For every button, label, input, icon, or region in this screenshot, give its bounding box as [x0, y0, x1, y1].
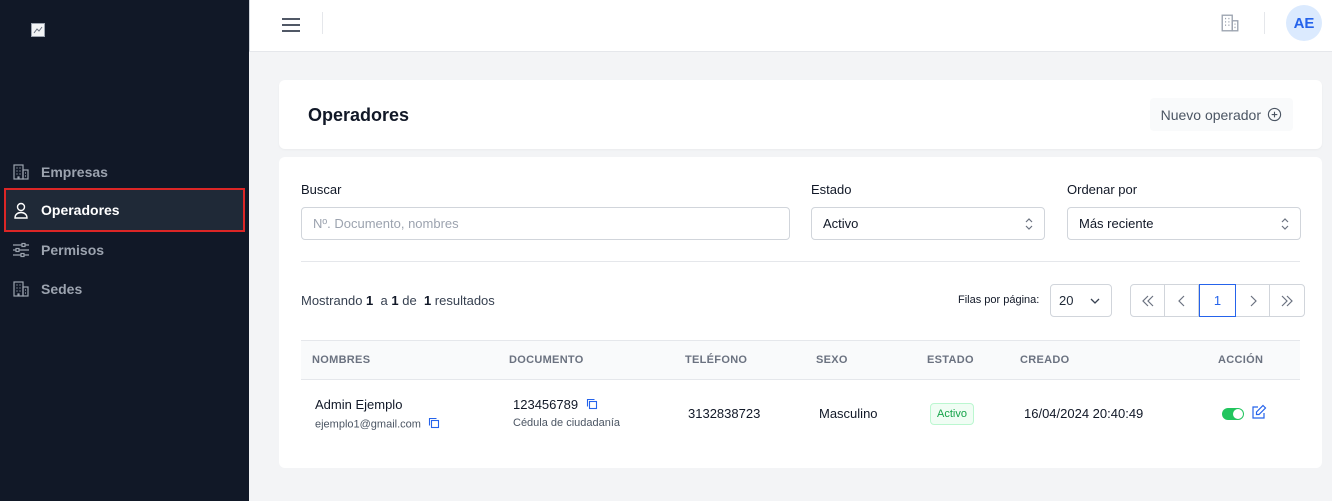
- plus-circle-icon: [1267, 107, 1282, 122]
- phone: 3132838723: [688, 406, 761, 421]
- building-icon: [11, 279, 31, 299]
- sidebar-item-sedes[interactable]: Sedes: [6, 269, 243, 309]
- sidebar-item-empresas[interactable]: Empresas: [6, 152, 243, 192]
- copy-icon[interactable]: [428, 417, 440, 432]
- results-summary: Mostrando 1 a 1 de 1 resultados: [301, 293, 495, 308]
- results-from: 1: [366, 293, 374, 308]
- chevrons-left-icon: [1141, 295, 1153, 306]
- current-page-button[interactable]: 1: [1199, 284, 1236, 317]
- column-header: CREADO: [1020, 354, 1070, 366]
- broken-logo-icon: [31, 23, 45, 37]
- results-prefix: Mostrando: [301, 293, 363, 308]
- search-label: Buscar: [301, 182, 342, 197]
- divider: [301, 261, 1300, 262]
- menu-icon[interactable]: [280, 14, 302, 36]
- first-page-button[interactable]: [1131, 285, 1165, 316]
- chevron-up-down-icon: [1281, 217, 1289, 230]
- column-header: TELÉFONO: [685, 354, 748, 366]
- sidebar-item-label: Sedes: [41, 281, 83, 297]
- building-icon[interactable]: [1220, 13, 1240, 33]
- rows-per-page-select[interactable]: 20: [1050, 284, 1112, 317]
- chevron-down-icon: [1090, 298, 1100, 304]
- chevron-left-icon: [1177, 295, 1184, 306]
- new-operator-label: Nuevo operador: [1160, 106, 1261, 123]
- rows-per-page-value: 20: [1059, 293, 1074, 308]
- results-of-word: de: [402, 293, 417, 308]
- document-type: Cédula de ciudadanía: [513, 417, 621, 429]
- sidebar-item-label: Operadores: [41, 202, 120, 218]
- rows-per-page-label: Filas por página:: [958, 294, 1040, 306]
- column-header: DOCUMENTO: [509, 354, 584, 366]
- sliders-icon: [11, 240, 31, 260]
- created-date: 16/04/2024 20:40:49: [1024, 406, 1144, 421]
- new-operator-button[interactable]: Nuevo operador: [1149, 98, 1293, 131]
- sidebar-item-operadores[interactable]: Operadores: [4, 188, 245, 232]
- avatar[interactable]: AE: [1286, 5, 1322, 41]
- chevron-up-down-icon: [1025, 217, 1033, 230]
- last-page-button[interactable]: [1270, 285, 1304, 316]
- column-header: NOMBRES: [312, 354, 371, 366]
- sidebar-item-label: Permisos: [41, 242, 105, 258]
- table-header: NOMBRES DOCUMENTO TELÉFONO SEXO ESTADO C…: [301, 340, 1300, 380]
- sex: Masculino: [819, 406, 878, 421]
- operator-email-cell: ejemplo1@gmail.com: [315, 417, 440, 432]
- edit-icon[interactable]: [1251, 404, 1267, 420]
- document-cell: 123456789: [513, 397, 598, 413]
- copy-icon[interactable]: [586, 398, 598, 413]
- prev-page-button[interactable]: [1165, 285, 1199, 316]
- sidebar-item-label: Empresas: [41, 164, 108, 180]
- search-input[interactable]: Nº. Documento, nombres: [301, 207, 790, 240]
- status-select-value: Activo: [823, 216, 859, 231]
- page-title: Operadores: [308, 105, 410, 125]
- results-to-word: a: [380, 293, 388, 308]
- chevron-right-icon: [1250, 295, 1257, 306]
- results-total: 1: [423, 293, 432, 308]
- operator-email: ejemplo1@gmail.com: [315, 418, 421, 431]
- status-label: Estado: [811, 182, 852, 197]
- pagination: 1: [1130, 284, 1305, 317]
- sidebar: Empresas Operadores Permisos Sedes: [0, 0, 249, 501]
- sidebar-item-permisos[interactable]: Permisos: [6, 230, 243, 270]
- topbar: AE: [249, 0, 1332, 52]
- next-page-button[interactable]: [1236, 285, 1270, 316]
- status-toggle[interactable]: [1222, 408, 1244, 420]
- column-header: ESTADO: [927, 354, 974, 366]
- divider: [322, 12, 323, 34]
- divider: [1264, 12, 1265, 34]
- chevrons-right-icon: [1281, 295, 1293, 306]
- order-label: Ordenar por: [1067, 182, 1138, 197]
- results-suffix: resultados: [434, 293, 495, 308]
- status-badge: Activo: [930, 403, 974, 425]
- operators-card: Buscar Nº. Documento, nombres Estado Act…: [279, 157, 1322, 468]
- page-header-card: Operadores Nuevo operador: [279, 80, 1322, 149]
- column-header: SEXO: [816, 354, 848, 366]
- column-header: ACCIÓN: [1218, 354, 1264, 366]
- results-to: 1: [391, 293, 399, 308]
- building-icon: [11, 162, 31, 182]
- user-icon: [11, 200, 31, 220]
- operator-name: Admin Ejemplo: [315, 397, 403, 412]
- order-select-value: Más reciente: [1079, 216, 1154, 231]
- status-select[interactable]: Activo: [811, 207, 1045, 240]
- document-number: 123456789: [513, 397, 579, 412]
- order-select[interactable]: Más reciente: [1067, 207, 1301, 240]
